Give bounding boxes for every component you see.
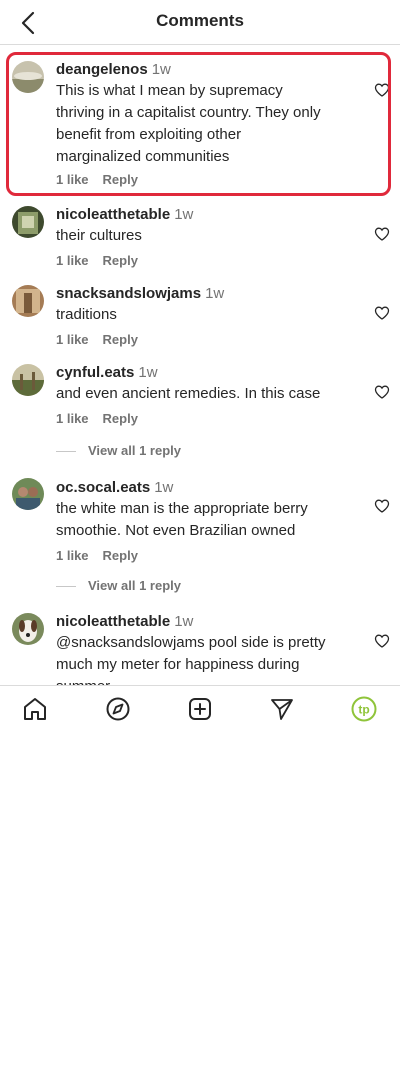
comment-body: snacksandslowjams 1w traditions 1 like Rep… [56,284,356,347]
comment-line: benefit from exploiting other [56,126,242,143]
view-replies-label: View all 1 reply [88,578,181,593]
reply-button[interactable]: Reply [103,332,138,347]
username[interactable]: oc.socal.eats [56,479,150,496]
heart-icon[interactable] [374,82,390,98]
heart-icon[interactable] [374,384,390,400]
timestamp: 1w [174,613,194,630]
profile-avatar[interactable]: tp [351,696,377,722]
like-count[interactable]: 1 like [56,253,89,268]
view-replies-label: View all 1 reply [88,443,181,458]
heart-icon[interactable] [374,305,390,321]
avatar[interactable] [12,364,44,396]
reply-button[interactable]: Reply [103,253,138,268]
like-count[interactable]: 1 like [56,548,89,563]
reply-button[interactable]: Reply [103,411,138,426]
username[interactable]: deangelenos [56,61,148,78]
comment-line: This is what I mean by ​​supremacy [56,82,283,99]
comment-line: much my meter for happiness during [56,656,300,673]
comment-line: traditions [56,306,117,323]
home-icon[interactable] [22,696,48,722]
comment-line: summer ​​ [56,676,356,685]
timestamp: 1w [151,61,171,78]
comment-body: nicoleatthetable 1w @snacksandslowjams po… [56,612,356,685]
divider-line [56,451,76,453]
timestamp: 1w [174,206,194,223]
avatar[interactable] [12,61,44,93]
reply-button[interactable]: Reply [103,172,138,187]
comment-body: cynful.eats 1w and even ancient remedies.… [56,363,356,426]
view-replies-button[interactable]: View all 1 reply [56,578,181,593]
username[interactable]: nicoleatthetable [56,613,170,630]
page-title: Comments [156,11,244,30]
reply-button[interactable]: Reply [103,548,138,563]
comment-line: marginalized communities [56,148,230,165]
username[interactable]: cynful.eats [56,364,134,381]
comment-line: thriving in a capitalist country. They o… [56,104,321,121]
heart-icon[interactable] [374,633,390,649]
direct-messages-icon[interactable] [269,696,295,722]
avatar[interactable] [12,206,44,238]
comment-line: and even ancient remedies. In this case [56,385,321,402]
avatar[interactable] [12,478,44,510]
view-replies-button[interactable]: View all 1 reply [56,443,181,458]
heart-icon[interactable] [374,226,390,242]
divider-line [56,586,76,588]
comment-body: deangelenos 1w This is what I mean by ​​s… [56,60,356,187]
comment-line: the white man is the appropriate berry [56,500,308,517]
comment-line: @snacksandslowjams pool side is pretty [56,634,326,651]
timestamp: 1w [205,285,225,302]
top-bar: Comments [0,0,400,45]
like-count[interactable]: 1 like [56,411,89,426]
username[interactable]: nicoleatthetable [56,206,170,223]
create-icon[interactable] [187,696,213,722]
explore-icon[interactable] [105,696,131,722]
profile-initials: tp [358,703,369,717]
avatar[interactable] [12,285,44,317]
comment-line: smoothie. Not even Brazilian owned [56,522,296,539]
avatar[interactable] [12,613,44,645]
username[interactable]: snacksandslowjams [56,285,201,302]
comment-line: their cultures [56,227,142,244]
comment-list: deangelenos 1w This is what I mean by ​​s… [0,45,400,685]
comment-body: nicoleatthetable 1w their cultures 1 like… [56,205,356,268]
like-count[interactable]: 1 like [56,332,89,347]
comment-body: oc.socal.eats 1w the white man is the app… [56,478,356,563]
like-count[interactable]: 1 like [56,172,89,187]
timestamp: 1w [154,479,174,496]
heart-icon[interactable] [374,498,390,514]
bottom-nav: tp [0,685,400,732]
timestamp: 1w [138,364,158,381]
